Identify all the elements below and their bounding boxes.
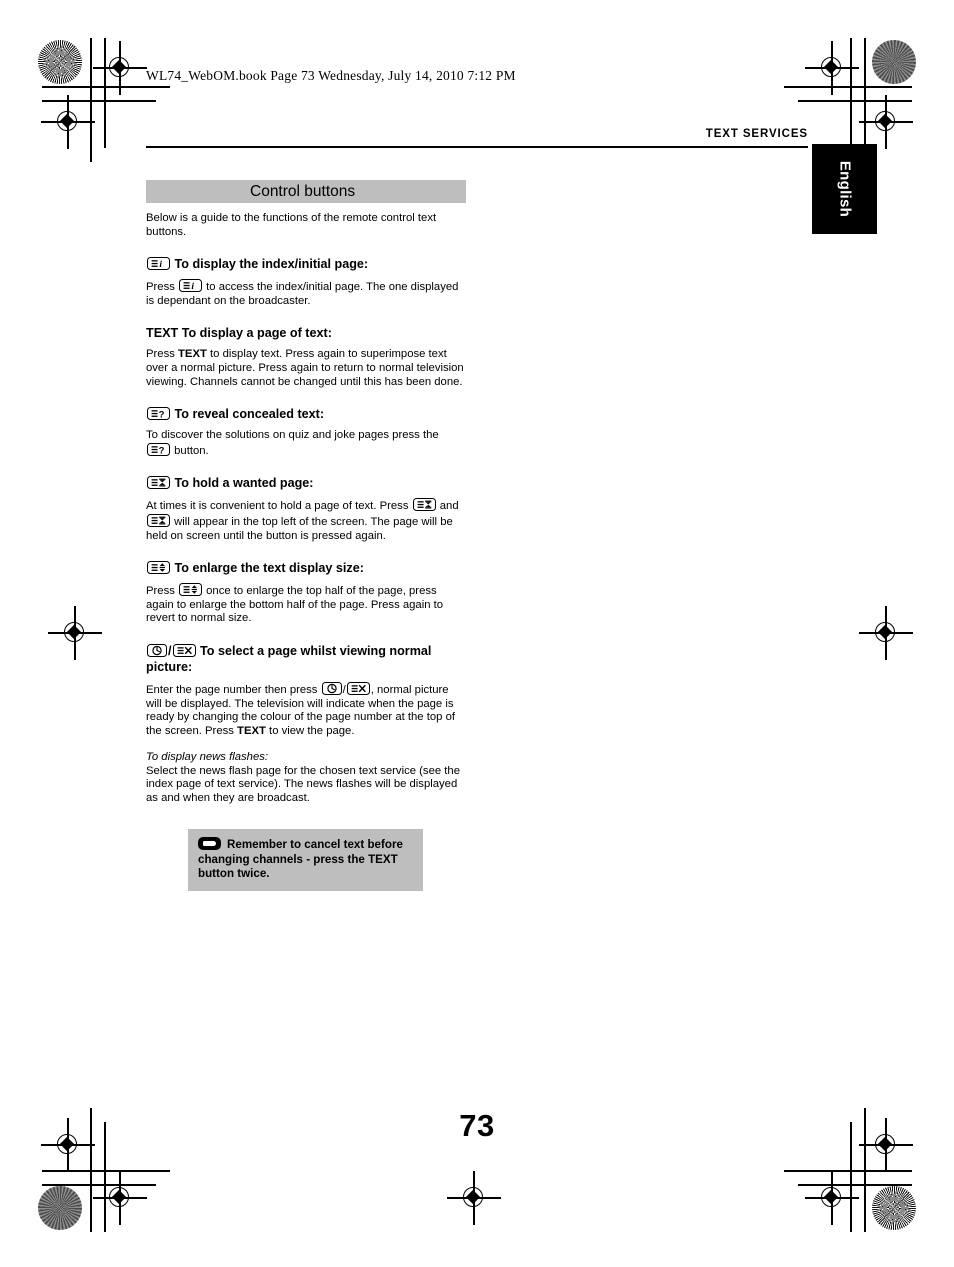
body-hold-page: At times it is convenient to hold a page… <box>146 498 466 543</box>
remember-note-box: Remember to cancel text before changing … <box>188 829 423 891</box>
timer-key-icon <box>147 643 167 657</box>
registration-cross-top-right-lower <box>859 95 913 149</box>
enlarge-key-icon-inline <box>179 583 203 597</box>
body-text-page-keyword: TEXT <box>178 348 207 361</box>
registration-cross-right-middle <box>859 606 913 660</box>
book-filename-line: WL74_WebOM.book Page 73 Wednesday, July … <box>146 68 516 83</box>
subhead-select-page-slash: / <box>168 643 172 658</box>
hold-key-icon-inline-2 <box>147 513 170 527</box>
index-key-icon-inline: i <box>179 279 203 293</box>
registration-star-top-right <box>872 40 916 84</box>
subhead-reveal-text-label: To reveal concealed text: <box>174 407 325 422</box>
crop-rule-top-left-a <box>42 86 170 88</box>
crop-rule-bottom-right-b <box>798 1184 912 1186</box>
subhead-hold-page-label: To hold a wanted page: <box>174 476 314 491</box>
svg-text:i: i <box>159 260 162 269</box>
crop-rule-top-right-a <box>784 86 912 88</box>
body-select-page-slash: / <box>342 683 346 696</box>
body-reveal-text-after: button. <box>171 444 209 457</box>
language-tab: English <box>812 144 877 234</box>
subhead-hold-page: To hold a wanted page: <box>146 475 466 491</box>
subhead-text-page: TEXT To display a page of text: <box>146 325 466 341</box>
running-head: TEXT SERVICES <box>705 128 808 140</box>
body-hold-page-before: At times it is convenient to hold a page… <box>146 500 412 513</box>
body-select-page-before: Enter the page number then press <box>146 683 321 696</box>
cancel-key-icon <box>172 643 196 657</box>
header-rule <box>146 146 808 148</box>
registration-star-bottom-right <box>872 1186 916 1230</box>
remember-hand-icon <box>198 837 221 850</box>
section-intro: Below is a guide to the functions of the… <box>146 212 437 238</box>
registration-star-top-left <box>38 40 82 84</box>
svg-text:?: ? <box>159 409 165 419</box>
crop-rule-bottom-left-b <box>42 1184 156 1186</box>
crop-rule-top-right-b <box>798 100 912 102</box>
crop-rule-bottom-right-a <box>784 1170 912 1172</box>
body-reveal-text-before: To discover the solutions on quiz and jo… <box>146 429 439 442</box>
registration-cross-bottom-center <box>447 1171 501 1225</box>
content-column: Control buttons Below is a guide to the … <box>146 180 466 806</box>
body-hold-page-after: will appear in the top left of the scree… <box>146 515 453 542</box>
body-text-page-before: Press <box>146 348 179 361</box>
subhead-enlarge-text: To enlarge the text display size: <box>146 560 466 576</box>
section-title-bar: Control buttons <box>146 180 466 203</box>
language-tab-label: English <box>836 160 853 218</box>
subhead-select-page: / To select a page whilst viewing normal… <box>146 643 466 675</box>
reveal-key-icon-inline: ? <box>147 442 170 456</box>
subhead-index-page: i To display the index/initial page: <box>146 256 466 272</box>
subhead-enlarge-text-label: To enlarge the text display size: <box>174 561 364 576</box>
registration-cross-top-left-lower <box>41 95 95 149</box>
page-number: 73 <box>459 1108 495 1143</box>
registration-star-bottom-left <box>38 1186 82 1230</box>
subhead-text-page-label: To display a page of text: <box>181 326 332 341</box>
body-select-page-end: to view the page. <box>265 724 355 737</box>
body-hold-page-middle: and <box>436 500 459 513</box>
subhead-text-key-label: TEXT <box>146 326 179 341</box>
crop-rule-top-right-d <box>850 38 852 148</box>
hold-key-icon-inline-1 <box>412 498 436 512</box>
news-flash-body: Select the news flash page for the chose… <box>146 764 460 805</box>
body-text-page: Press TEXT to display text. Press again … <box>146 348 466 389</box>
subhead-reveal-text: ? To reveal concealed text: <box>146 406 466 422</box>
crop-rule-top-left-c <box>90 38 92 162</box>
hold-key-icon <box>147 476 170 490</box>
index-key-icon: i <box>147 257 170 271</box>
body-enlarge-text: Press once to enlarge the top half of th… <box>146 583 466 626</box>
remember-note-text: Remember to cancel text before changing … <box>198 838 403 880</box>
body-index-page: Press i to access the index/initial page… <box>146 279 466 308</box>
body-enlarge-text-before: Press <box>146 585 179 598</box>
body-index-page-before: Press <box>146 281 179 294</box>
registration-cross-top-right <box>805 41 859 95</box>
svg-text:i: i <box>191 282 194 291</box>
subhead-index-page-label: To display the index/initial page: <box>174 257 369 272</box>
body-select-page-keyword: TEXT <box>237 724 266 737</box>
crop-rule-bottom-left-a <box>42 1170 170 1172</box>
body-reveal-text: To discover the solutions on quiz and jo… <box>146 429 466 458</box>
body-select-page: Enter the page number then press / , nor… <box>146 681 466 738</box>
svg-text:?: ? <box>159 445 165 455</box>
reveal-key-icon: ? <box>147 407 170 421</box>
registration-cross-top-left <box>93 41 147 95</box>
registration-cross-left-middle <box>48 606 102 660</box>
crop-rule-top-left-b <box>42 100 156 102</box>
section-title: Control buttons <box>250 183 356 200</box>
news-flash-lead: To display news flashes: <box>146 751 269 764</box>
cancel-key-icon-inline <box>346 681 370 695</box>
enlarge-key-icon <box>147 561 170 575</box>
crop-rule-top-left-d <box>104 38 106 148</box>
timer-key-icon-inline <box>321 681 342 695</box>
